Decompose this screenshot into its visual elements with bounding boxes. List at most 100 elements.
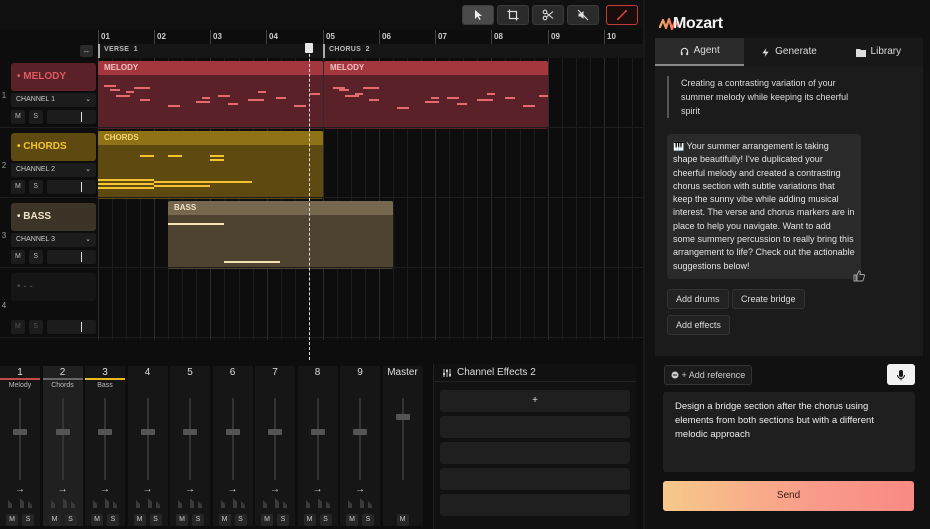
fader-knob[interactable]: [310, 428, 325, 435]
solo-button[interactable]: S: [234, 514, 247, 526]
effect-slot[interactable]: [440, 416, 630, 438]
mute-tool-button[interactable]: [567, 5, 599, 25]
channel-number: Master: [387, 367, 418, 378]
effect-slot[interactable]: [440, 468, 630, 490]
master-strip[interactable]: Master M: [382, 366, 423, 526]
microphone-button[interactable]: [887, 364, 915, 385]
track-name[interactable]: • CHORDS: [11, 133, 96, 161]
add-reference-button[interactable]: + Add reference: [664, 365, 752, 385]
speaker-muted-icon: [577, 9, 589, 21]
mixer-channel-strip[interactable]: 4 → M S: [127, 366, 168, 526]
suggestion-add-drums[interactable]: Add drums: [667, 289, 729, 309]
strip-mute-solo: MS: [255, 514, 295, 526]
send-button[interactable]: Send: [663, 481, 914, 511]
marker-flag-verse[interactable]: [98, 44, 100, 58]
fader-knob[interactable]: [98, 428, 112, 435]
suggestion-add-effects[interactable]: Add effects: [667, 315, 730, 335]
track-name[interactable]: • MELODY: [11, 63, 96, 91]
strip-mute-solo: MS: [340, 514, 380, 526]
channel-select[interactable]: CHANNEL 1 ⌄: [11, 93, 96, 107]
solo-button[interactable]: S: [28, 250, 43, 264]
effect-slot[interactable]: [440, 442, 630, 464]
tab-library[interactable]: Library: [834, 38, 923, 66]
channel-number: 1: [0, 366, 40, 380]
fader-knob[interactable]: [55, 428, 70, 435]
pointer-tool-button[interactable]: [462, 5, 494, 25]
mute-button[interactable]: M: [11, 180, 25, 194]
chat-thread[interactable]: Creating a contrasting variation of your…: [655, 66, 923, 356]
fader-knob[interactable]: [395, 414, 410, 421]
timeline-ruler[interactable]: 01 02 03 04 05 06 07 08 09 10: [98, 30, 643, 44]
tab-generate[interactable]: Generate: [744, 38, 833, 66]
solo-button[interactable]: S: [64, 514, 77, 526]
mixer-channel-strip[interactable]: 5 → M S: [170, 366, 210, 526]
level-meter: [135, 498, 160, 508]
marker-verse[interactable]: VERSE 1: [104, 46, 138, 53]
fader-knob[interactable]: [183, 428, 197, 435]
track-name[interactable]: • BASS: [11, 203, 96, 231]
thumbs-up-icon[interactable]: [853, 270, 865, 282]
channel-number: 6: [229, 367, 236, 378]
solo-button[interactable]: S: [28, 110, 43, 124]
channel-select[interactable]: CHANNEL 2 ⌄: [11, 163, 96, 177]
mixer-channel-strip[interactable]: 8 → M S: [297, 366, 338, 526]
mute-button[interactable]: M: [396, 514, 409, 526]
expand-button[interactable]: ↔: [80, 45, 93, 57]
mute-button[interactable]: M: [303, 514, 316, 526]
mixer-channel-strip[interactable]: 6 → M S: [212, 366, 253, 526]
fader-knob[interactable]: [140, 428, 155, 435]
add-effect-button[interactable]: +: [440, 390, 630, 412]
mute-button[interactable]: M: [176, 514, 188, 526]
bar-number: 08: [494, 32, 503, 41]
volume-slider[interactable]: [46, 110, 97, 124]
effect-slot[interactable]: [440, 494, 630, 516]
channel-number: 5: [187, 367, 193, 378]
volume-slider[interactable]: [46, 180, 97, 194]
playhead-handle[interactable]: [305, 43, 313, 53]
draw-tool-button[interactable]: [606, 5, 638, 25]
track-header: • MELODY CHANNEL 1 ⌄ M S: [11, 63, 97, 124]
mute-button[interactable]: M: [218, 514, 231, 526]
mute-button[interactable]: M: [6, 514, 18, 526]
mute-button[interactable]: M: [133, 514, 146, 526]
volume-slider[interactable]: [46, 250, 97, 264]
mute-button[interactable]: M: [11, 110, 25, 124]
marker-flag-chorus[interactable]: [323, 44, 325, 58]
marker-chorus[interactable]: CHORUS 2: [329, 46, 370, 53]
mixer-channel-strip[interactable]: 9 → M S: [340, 366, 380, 526]
solo-button[interactable]: S: [192, 514, 204, 526]
solo-button[interactable]: S: [28, 180, 43, 194]
volume-slider[interactable]: [46, 320, 97, 334]
marker-lane[interactable]: VERSE 1 CHORUS 2: [98, 44, 643, 58]
mixer-channel-strip[interactable]: 2 Chords → M S: [42, 366, 83, 526]
prompt-input[interactable]: Design a bridge section after the chorus…: [663, 392, 915, 472]
mute-button[interactable]: M: [11, 320, 25, 334]
mute-button[interactable]: M: [91, 514, 103, 526]
mixer-channel-strip[interactable]: 3 Bass → M S: [85, 366, 125, 526]
tab-agent[interactable]: Agent: [655, 38, 745, 66]
mute-button[interactable]: M: [261, 514, 273, 526]
fader-knob[interactable]: [353, 428, 367, 435]
solo-button[interactable]: S: [362, 514, 374, 526]
solo-button[interactable]: S: [319, 514, 332, 526]
mute-button[interactable]: M: [346, 514, 358, 526]
solo-button[interactable]: S: [28, 320, 43, 334]
fader-track: [359, 398, 361, 480]
mixer-channel-strip[interactable]: 1 Melody → M S: [0, 366, 40, 526]
solo-button[interactable]: S: [107, 514, 119, 526]
mute-button[interactable]: M: [11, 250, 25, 264]
solo-button[interactable]: S: [22, 514, 34, 526]
channel-select[interactable]: CHANNEL 3 ⌄: [11, 233, 96, 247]
solo-button[interactable]: S: [149, 514, 162, 526]
mixer-channel-strip[interactable]: 7 → M S: [255, 366, 295, 526]
fader-knob[interactable]: [225, 428, 240, 435]
fader-knob[interactable]: [13, 428, 27, 435]
solo-button[interactable]: S: [277, 514, 289, 526]
select-box-tool-button[interactable]: [497, 5, 529, 25]
fader-knob[interactable]: [268, 428, 282, 435]
bar-tick: [604, 30, 605, 44]
suggestion-create-bridge[interactable]: Create bridge: [732, 289, 805, 309]
cut-tool-button[interactable]: [532, 5, 564, 25]
track-name[interactable]: • - -: [11, 273, 96, 301]
mute-button[interactable]: M: [48, 514, 61, 526]
